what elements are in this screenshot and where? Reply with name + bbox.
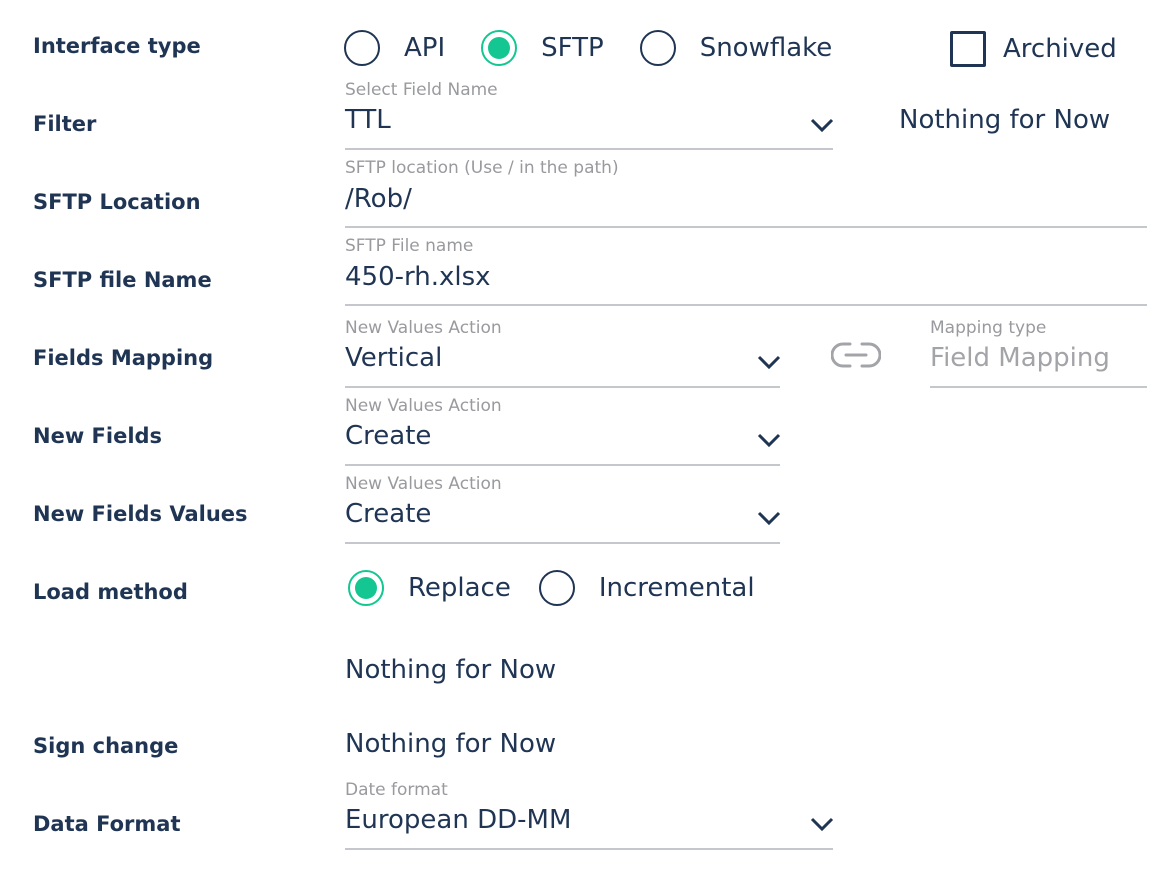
sftp-location-input-label: SFTP location (Use / in the path) [345, 158, 619, 178]
data-format-label: Data Format [33, 812, 181, 836]
radio-snowflake-circle[interactable] [639, 30, 676, 66]
new-fields-label: New Fields [33, 424, 163, 448]
new-fields-select-value: Create [345, 421, 432, 451]
new-fields-values-select-value: Create [345, 499, 432, 529]
sftp-file-name-input-value: 450-rh.xlsx [345, 262, 491, 292]
filter-select-value: TTL [345, 105, 391, 135]
radio-replace-circle[interactable] [348, 570, 384, 606]
radio-sftp[interactable]: SFTP [481, 30, 604, 66]
radio-snowflake-label: Snowflake [699, 33, 833, 63]
radio-sftp-label: SFTP [541, 33, 604, 63]
radio-sftp-circle[interactable] [481, 30, 518, 66]
radio-replace-label: Replace [408, 573, 511, 603]
new-fields-select-label: New Values Action [345, 396, 502, 416]
radio-incremental-circle[interactable] [538, 570, 575, 606]
mapping-type-label: Mapping type [930, 318, 1047, 338]
radio-incremental[interactable]: Incremental [538, 570, 755, 606]
chevron-down-icon[interactable] [756, 432, 782, 448]
sftp-location-input[interactable]: SFTP location (Use / in the path) /Rob/ [345, 158, 1147, 228]
interface-type-radio-group: API SFTP Snowflake [344, 30, 832, 66]
sftp-location-input-value: /Rob/ [345, 184, 412, 214]
date-format-select-value: European DD-MM [345, 805, 572, 835]
filter-label: Filter [33, 112, 97, 136]
filter-side-text: Nothing for Now [899, 105, 1111, 135]
sftp-location-label: SFTP Location [33, 190, 201, 214]
link-icon[interactable] [831, 340, 881, 370]
archived-checkbox[interactable] [950, 31, 986, 67]
chevron-down-icon[interactable] [809, 117, 835, 133]
date-format-select-label: Date format [345, 780, 448, 800]
fields-mapping-select[interactable]: New Values Action Vertical [345, 318, 782, 388]
archived-checkbox-wrap[interactable]: Archived [950, 31, 1117, 67]
filter-select-label: Select Field Name [345, 80, 498, 100]
load-method-radio-group: Replace Incremental [348, 570, 755, 606]
radio-incremental-label: Incremental [598, 573, 755, 603]
fields-mapping-label: Fields Mapping [33, 346, 214, 370]
chevron-down-icon[interactable] [756, 510, 782, 526]
fields-mapping-select-value: Vertical [345, 343, 443, 373]
sftp-file-name-input[interactable]: SFTP File name 450-rh.xlsx [345, 236, 1147, 306]
nothing-for-now-text: Nothing for Now [345, 655, 557, 685]
interface-type-label: Interface type [33, 34, 201, 58]
sign-change-label: Sign change [33, 734, 179, 758]
chevron-down-icon[interactable] [809, 816, 835, 832]
archived-label: Archived [1003, 34, 1117, 64]
radio-api-circle[interactable] [344, 30, 380, 66]
chevron-down-icon[interactable] [756, 354, 782, 370]
radio-api[interactable]: API [344, 30, 445, 66]
date-format-select[interactable]: Date format European DD-MM [345, 780, 835, 850]
filter-select[interactable]: Select Field Name TTL [345, 80, 835, 150]
radio-replace[interactable]: Replace [348, 570, 511, 606]
radio-snowflake[interactable]: Snowflake [639, 30, 833, 66]
mapping-type-field: Mapping type Field Mapping [930, 318, 1147, 388]
sftp-file-name-input-label: SFTP File name [345, 236, 474, 256]
mapping-type-value: Field Mapping [930, 343, 1110, 373]
new-fields-values-select-label: New Values Action [345, 474, 502, 494]
sftp-file-name-label: SFTP file Name [33, 268, 212, 292]
fields-mapping-select-label: New Values Action [345, 318, 502, 338]
new-fields-values-label: New Fields Values [33, 502, 248, 526]
radio-api-label: API [404, 33, 446, 63]
new-fields-select[interactable]: New Values Action Create [345, 396, 782, 466]
load-method-label: Load method [33, 580, 188, 604]
sign-change-value: Nothing for Now [345, 729, 557, 759]
new-fields-values-select[interactable]: New Values Action Create [345, 474, 782, 544]
